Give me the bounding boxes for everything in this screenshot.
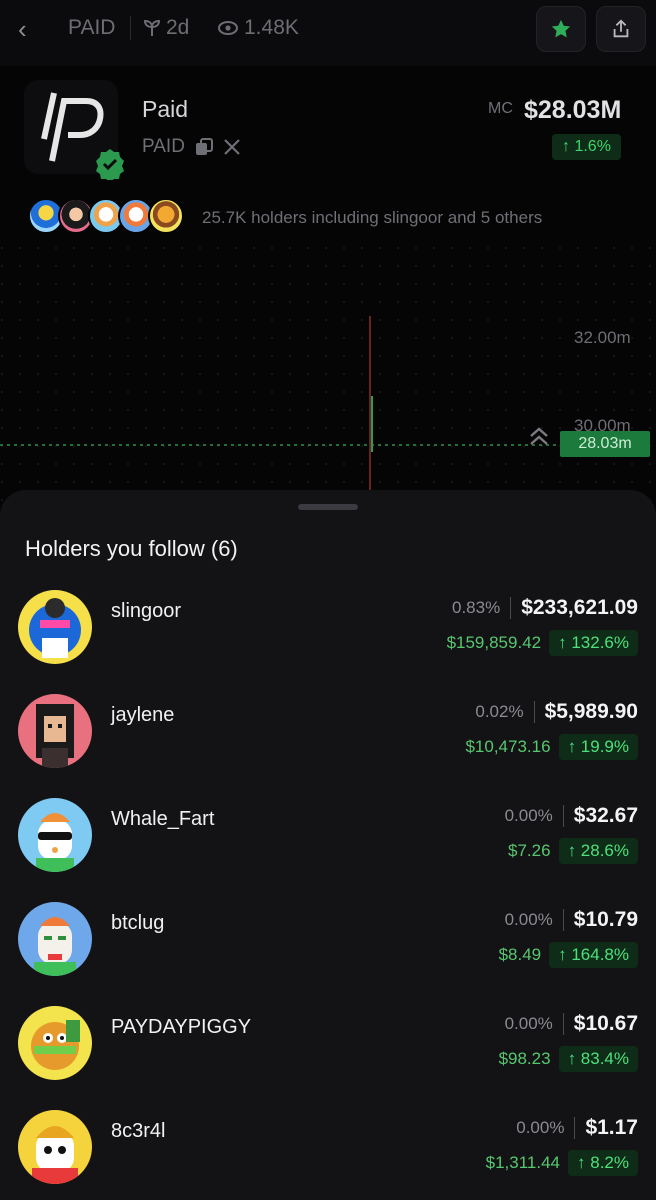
holder-percent: 0.00% [504,1014,553,1033]
holder-avatars[interactable] [28,198,184,234]
token-ticker-row: PAID [142,136,241,158]
avatar [18,902,92,976]
top-bar: ‹ PAID 2d 1.48K [0,0,656,66]
holder-row[interactable]: jaylene 0.02% $5,989.90 $10,473.16 ↑ 19.… [0,694,656,798]
holder-position: 0.00% $10.67 [505,1012,638,1036]
share-button[interactable] [596,6,646,52]
holder-percent: 0.00% [504,806,553,825]
holder-name: jaylene [111,704,175,726]
holder-value: $233,621.09 [521,596,638,619]
view-count: 1.48K [218,16,299,40]
sprout-icon [144,19,160,36]
views-text: 1.48K [244,16,299,39]
divider [562,1013,564,1035]
holder-name: btclug [111,912,165,934]
holder-cost: $8.49 [498,945,542,964]
holder-position: 0.83% $233,621.09 [452,596,638,620]
sheet-drag-handle[interactable] [298,504,358,510]
chart-canvas [0,246,656,506]
star-icon [551,19,571,38]
divider [533,701,535,723]
current-price-tag: 28.03m [560,431,650,457]
holder-position: 0.00% $1.17 [516,1116,638,1140]
holder-value: $1.17 [585,1116,638,1139]
holder-cost: $159,859.42 [446,633,542,652]
avatar [18,798,92,872]
holder-gain-badge: ↑ 19.9% [558,734,638,760]
holders-sheet: Holders you follow (6) slingoor 0.83% $2… [0,490,656,1200]
holder-pnl: $98.23 ↑ 83.4% [499,1046,638,1072]
holder-position: 0.00% $10.79 [505,908,638,932]
eye-icon [218,21,238,35]
y-axis-label: 32.00m [574,328,631,347]
divider [574,1117,576,1139]
holder-gain-badge: ↑ 132.6% [549,630,638,656]
avatar [18,1110,92,1184]
holder-gain-badge: ↑ 28.6% [558,838,638,864]
holders-summary: 25.7K holders including slingoor and 5 o… [202,208,543,227]
holder-pnl: $7.26 ↑ 28.6% [508,838,638,864]
holder-cost: $1,311.44 [485,1153,561,1172]
avatar [18,694,92,768]
x-twitter-icon[interactable] [223,138,241,156]
holder-position: 0.02% $5,989.90 [475,700,638,724]
holder-row[interactable]: btclug 0.00% $10.79 $8.49 ↑ 164.8% [0,902,656,1006]
divider [562,909,564,931]
holder-position: 0.00% $32.67 [505,804,638,828]
holder-name: PAYDAYPIGGY [111,1016,252,1038]
holder-name: slingoor [111,600,182,622]
divider [510,597,512,619]
holder-row[interactable]: Whale_Fart 0.00% $32.67 $7.26 ↑ 28.6% [0,798,656,902]
holder-percent: 0.00% [516,1118,565,1137]
market-cap-value: $28.03M [524,96,622,124]
token-header: Paid PAID MC $28.03M ↑ 1.6% 25.7K holder… [0,66,656,506]
age-text: 2d [166,16,190,39]
market-cap-label: MC [488,100,513,117]
holder-pnl: $1,311.44 ↑ 8.2% [486,1150,638,1176]
avatar [18,590,92,664]
price-chart[interactable]: 32.00m 30.00m [0,246,656,506]
holder-name: Whale_Fart [111,808,215,830]
back-chevron-icon[interactable]: ‹ [18,14,46,44]
holder-value: $10.79 [573,908,638,931]
holder-cost: $10,473.16 [465,737,551,756]
holder-gain-badge: ↑ 83.4% [558,1046,638,1072]
holder-value: $5,989.90 [544,700,638,723]
holder-row[interactable]: slingoor 0.83% $233,621.09 $159,859.42 ↑… [0,590,656,694]
sheet-title: Holders you follow (6) [25,536,238,561]
ticker-label: PAID [68,16,116,39]
holder-value: $10.67 [573,1012,638,1035]
holder-cost: $7.26 [508,841,551,860]
token-ticker: PAID [142,136,185,157]
holder-pnl: $10,473.16 ↑ 19.9% [465,734,638,760]
holder-gain-badge: ↑ 8.2% [568,1150,638,1176]
holder-percent: 0.02% [475,702,524,721]
divider [562,805,564,827]
holder-pnl: $8.49 ↑ 164.8% [499,942,638,968]
holder-cost: $98.23 [498,1049,551,1068]
token-name: Paid [142,96,189,122]
holder-name: 8c3r4l [111,1120,166,1142]
holder-gain-badge: ↑ 164.8% [549,942,638,968]
holder-pnl: $159,859.42 ↑ 132.6% [447,630,638,656]
holder-row[interactable]: 8c3r4l 0.00% $1.17 $1,311.44 ↑ 8.2% [0,1110,656,1200]
share-icon [613,19,629,38]
verified-badge-icon [96,149,124,180]
divider [130,16,131,40]
favorite-button[interactable] [536,6,586,52]
avatar [18,1006,92,1080]
market-cap-change-badge: ↑ 1.6% [552,134,621,160]
copy-icon[interactable] [195,138,213,156]
holder-value: $32.67 [573,804,638,827]
holder-percent: 0.00% [504,910,553,929]
holder-row[interactable]: PAYDAYPIGGY 0.00% $10.67 $98.23 ↑ 83.4% [0,1006,656,1110]
token-age: 2d [144,16,189,40]
holder-mini-avatar [148,198,184,234]
holder-percent: 0.83% [452,598,501,617]
